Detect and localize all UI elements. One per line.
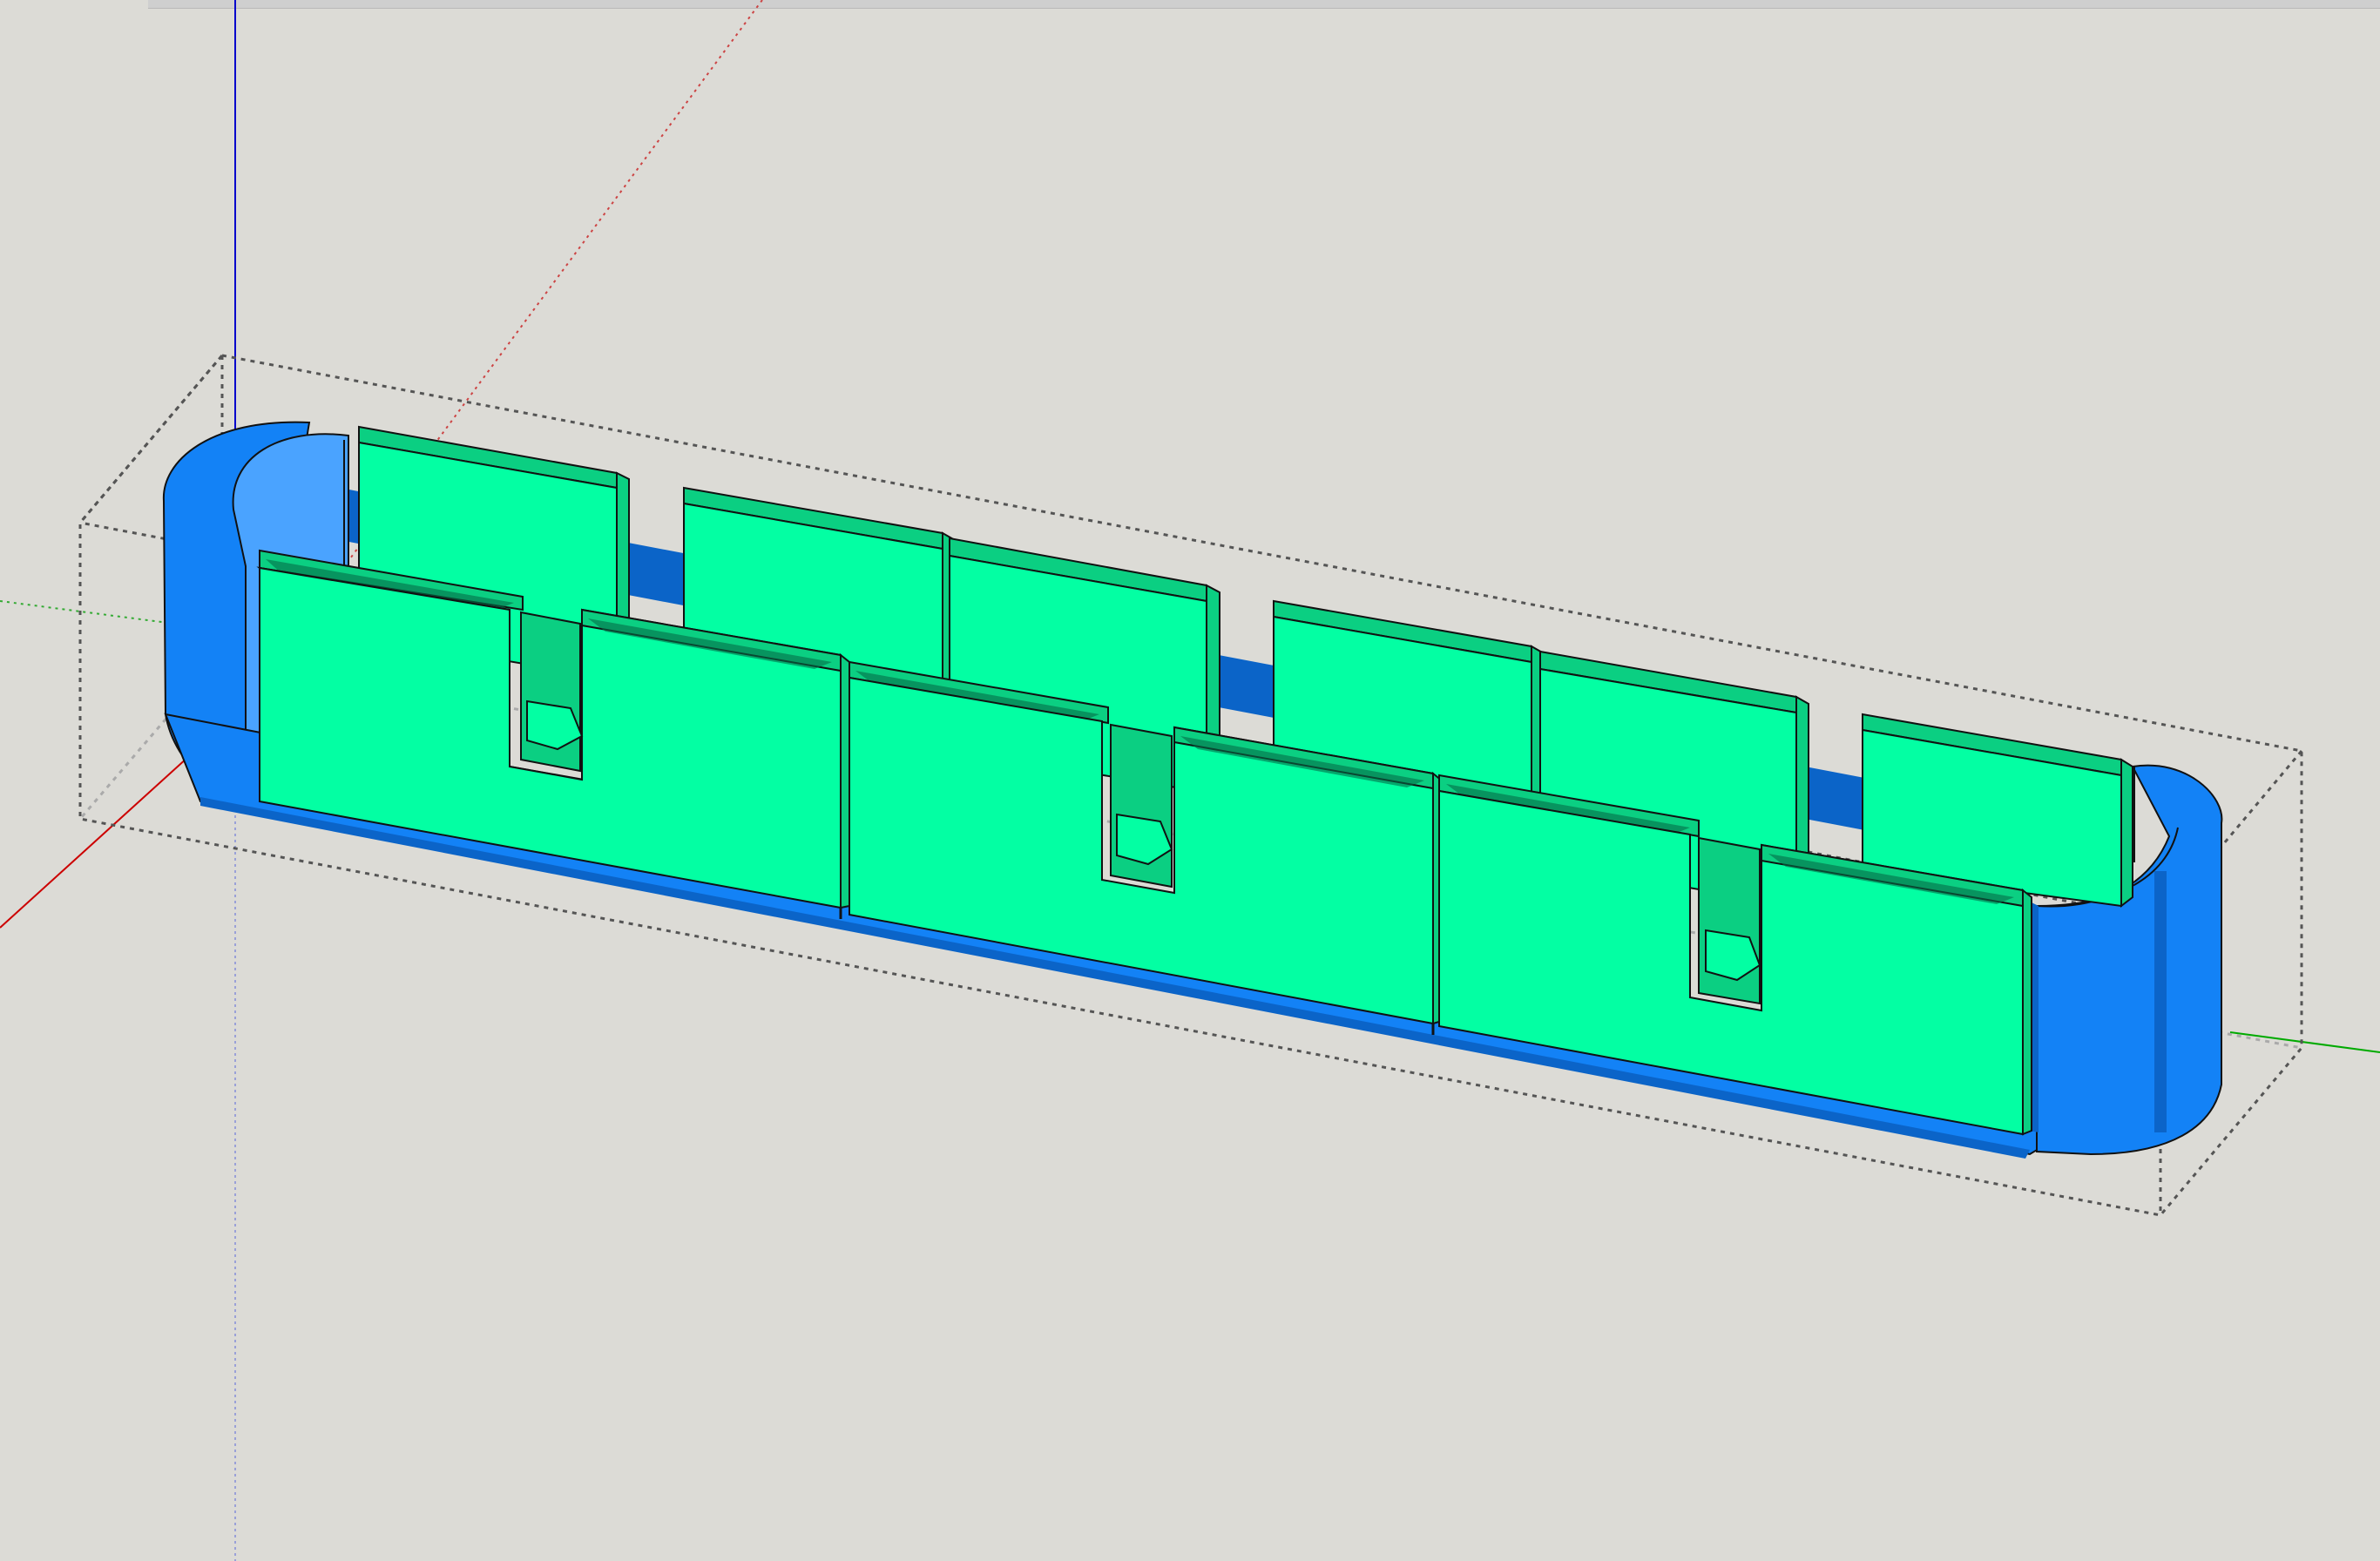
model-canvas[interactable]	[0, 0, 2380, 1561]
modeling-viewport[interactable]	[0, 0, 2380, 1561]
axis-green-icon	[2229, 1031, 2380, 1053]
